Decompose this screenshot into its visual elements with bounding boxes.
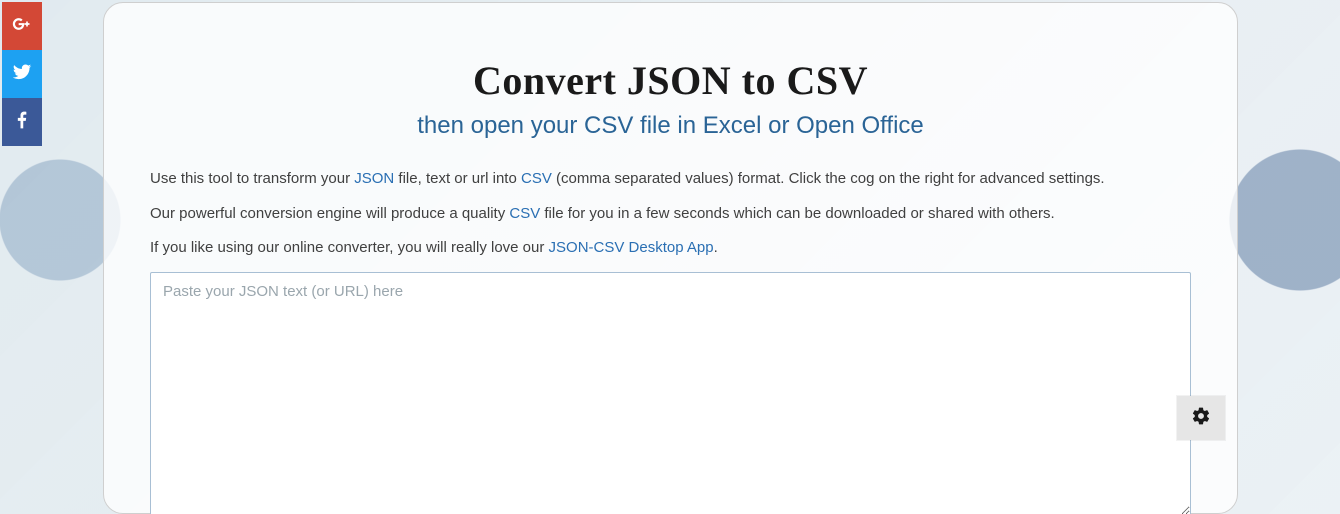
desktop-app-link[interactable]: JSON-CSV Desktop App xyxy=(549,239,714,256)
csv-link-2[interactable]: CSV xyxy=(509,205,540,222)
text: file, text or url into xyxy=(394,170,521,187)
twitter-icon xyxy=(12,62,32,87)
text: Our powerful conversion engine will prod… xyxy=(150,205,509,222)
text: file for you in a few seconds which can … xyxy=(540,205,1054,222)
facebook-icon xyxy=(12,110,32,135)
page-subtitle: then open your CSV file in Excel or Open… xyxy=(150,112,1191,140)
json-input[interactable] xyxy=(150,272,1191,514)
json-link[interactable]: JSON xyxy=(354,170,394,187)
advanced-settings-button[interactable] xyxy=(1177,396,1225,440)
csv-link[interactable]: CSV xyxy=(521,170,552,187)
text: Use this tool to transform your xyxy=(150,170,354,187)
gear-icon xyxy=(1191,406,1211,429)
share-facebook-button[interactable] xyxy=(2,98,42,146)
page-title: Convert JSON to CSV xyxy=(150,57,1191,104)
share-googleplus-button[interactable] xyxy=(2,2,42,50)
intro-line-2: Our powerful conversion engine will prod… xyxy=(150,203,1191,226)
text: If you like using our online converter, … xyxy=(150,239,549,256)
text: . xyxy=(714,239,718,256)
share-twitter-button[interactable] xyxy=(2,50,42,98)
intro-line-1: Use this tool to transform your JSON fil… xyxy=(150,168,1191,191)
main-card: Convert JSON to CSV then open your CSV f… xyxy=(103,2,1238,514)
input-area xyxy=(150,272,1191,514)
text: (comma separated values) format. Click t… xyxy=(552,170,1105,187)
intro-line-3: If you like using our online converter, … xyxy=(150,237,1191,260)
googleplus-icon xyxy=(12,14,32,39)
social-share-strip xyxy=(2,2,42,146)
